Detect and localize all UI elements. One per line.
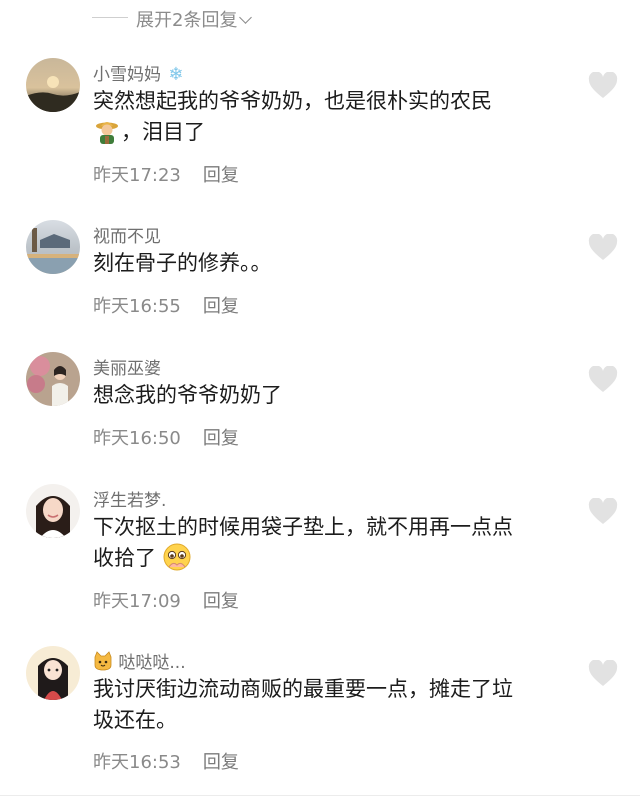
comment-text-line: 圾还在。 [93,708,177,732]
comment-author[interactable]: 视而不见 [93,222,161,247]
comment-meta: 昨天16:50 回复 [93,424,239,450]
comment-author[interactable]: 美丽巫婆 [93,354,161,379]
comment-text-line: 突然想起我的爷爷奶奶，也是很朴实的农民 [93,89,492,113]
avatar[interactable] [26,58,80,112]
comment-time: 昨天17:23 [93,165,181,186]
like-heart-icon[interactable] [588,365,618,394]
comment-meta: 昨天17:23 回复 [93,161,239,187]
comment-author[interactable]: 浮生若梦. [93,486,166,511]
divider-line [92,17,128,18]
reply-button[interactable]: 回复 [203,296,239,317]
comment-text: 突然想起我的爷爷奶奶，也是很朴实的农民 ，泪目了 [93,86,571,148]
farmer-emoji-icon [96,122,118,144]
author-name: 浮生若梦. [93,491,167,511]
bottom-divider [0,795,640,796]
comment-time: 昨天17:09 [93,591,181,612]
like-heart-icon[interactable] [588,71,618,100]
expand-replies-text: 展开2条回复 [136,10,238,31]
expand-replies-label[interactable]: 展开2条回复 [136,6,253,32]
expand-replies-button[interactable]: 展开2条回复 [0,0,640,38]
comment-time: 昨天16:55 [93,296,181,317]
reply-button[interactable]: 回复 [203,591,239,612]
reply-button[interactable]: 回复 [203,428,239,449]
snowflake-icon: ❄ [168,64,184,85]
comment-text-line: 我讨厌街边流动商贩的最重要一点，摊走了垃 [93,677,513,701]
pleading-face-icon [163,543,191,571]
comment-text: 刻在骨子的修养。。 [93,248,571,279]
author-name: 小雪妈妈 [93,65,161,85]
comment-meta: 昨天16:53 回复 [93,748,239,774]
avatar[interactable] [26,646,80,700]
chevron-down-icon [239,11,253,24]
comment-text-line: 想念我的爷爷奶奶了 [93,383,282,407]
avatar[interactable] [26,352,80,406]
author-name: 视而不见 [93,227,161,247]
comment-text: 我讨厌街边流动商贩的最重要一点，摊走了垃 圾还在。 [93,674,571,736]
like-heart-icon[interactable] [588,233,618,262]
comment-meta: 昨天16:55 回复 [93,292,239,318]
avatar[interactable] [26,484,80,538]
comment-author[interactable]: 哒哒哒... [93,648,186,673]
reply-button[interactable]: 回复 [203,165,239,186]
comment-text: 想念我的爷爷奶奶了 [93,380,571,411]
reply-button[interactable]: 回复 [203,752,239,773]
comment-time: 昨天16:50 [93,428,181,449]
comment-time: 昨天16:53 [93,752,181,773]
comment-text-line: 刻在骨子的修养。。 [93,251,272,275]
comment-meta: 昨天17:09 回复 [93,587,239,613]
comment-author[interactable]: 小雪妈妈 ❄ [93,60,184,85]
author-name: 美丽巫婆 [93,359,161,379]
comment-text-line: 收拾了 [93,546,156,570]
author-name: 哒哒哒... [118,653,186,673]
like-heart-icon[interactable] [588,659,618,688]
avatar[interactable] [26,220,80,274]
like-heart-icon[interactable] [588,497,618,526]
comment-text-line: ，泪目了 [121,120,205,144]
cat-emoji-icon [94,651,112,671]
comment-text: 下次抠土的时候用袋子垫上，就不用再一点点 收拾了 [93,512,571,574]
comment-text-line: 下次抠土的时候用袋子垫上，就不用再一点点 [93,515,513,539]
